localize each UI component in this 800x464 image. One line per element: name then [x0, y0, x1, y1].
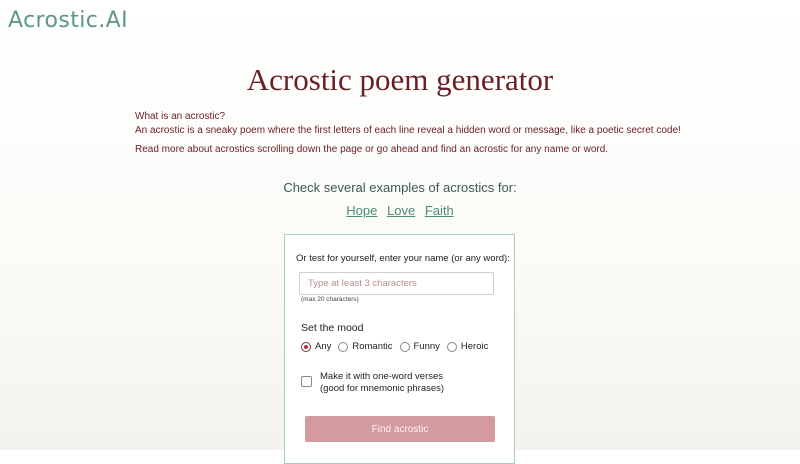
radio-icon[interactable] [399, 341, 410, 352]
mood-option-funny[interactable]: Funny [399, 341, 440, 352]
mood-option-heroic[interactable]: Heroic [446, 341, 489, 352]
mood-option-label: Heroic [460, 341, 489, 352]
one-word-label-line1: Make it with one-word verses [320, 371, 444, 382]
name-input[interactable] [299, 272, 494, 295]
examples-heading: Check several examples of acrostics for: [283, 180, 517, 195]
radio-icon[interactable] [446, 341, 457, 352]
intro-question: What is an acrostic? [135, 111, 226, 122]
mood-option-any[interactable]: Any [301, 341, 331, 352]
acrostic-form: Or test for yourself, enter your name (o… [284, 234, 515, 464]
max-characters-note: (max 20 characters) [301, 296, 359, 303]
example-link-faith[interactable]: Faith [425, 203, 454, 218]
one-word-label-line2: (good for mnemonic phrases) [320, 383, 445, 394]
find-acrostic-button[interactable]: Find acrostic [305, 416, 495, 442]
intro-read-more: Read more about acrostics scrolling down… [135, 144, 609, 155]
mood-option-label: Any [315, 341, 332, 352]
examples-links: Hope Love Faith [0, 203, 800, 218]
form-prompt: Or test for yourself, enter your name (o… [296, 253, 510, 264]
intro-section: What is an acrostic? An acrostic is a sn… [135, 110, 695, 157]
page-title: Acrostic poem generator [246, 62, 554, 97]
mood-option-romantic[interactable]: Romantic [338, 341, 393, 352]
one-word-option[interactable]: Make it with one-word verses (good for m… [301, 371, 444, 395]
mood-option-label: Romantic [352, 341, 393, 352]
one-word-label: Make it with one-word verses (good for m… [320, 371, 444, 395]
example-link-love[interactable]: Love [387, 203, 415, 218]
radio-icon[interactable] [338, 341, 349, 352]
site-logo[interactable]: Acrostic.AI [8, 8, 128, 33]
example-link-hope[interactable]: Hope [346, 203, 377, 218]
mood-option-label: Funny [413, 341, 440, 352]
mood-options: Any Romantic Funny Heroic [301, 341, 495, 352]
one-word-checkbox[interactable] [301, 376, 312, 387]
intro-definition: An acrostic is a sneaky poem where the f… [135, 125, 681, 136]
radio-selected-icon[interactable] [301, 341, 311, 352]
mood-label: Set the mood [301, 322, 364, 334]
